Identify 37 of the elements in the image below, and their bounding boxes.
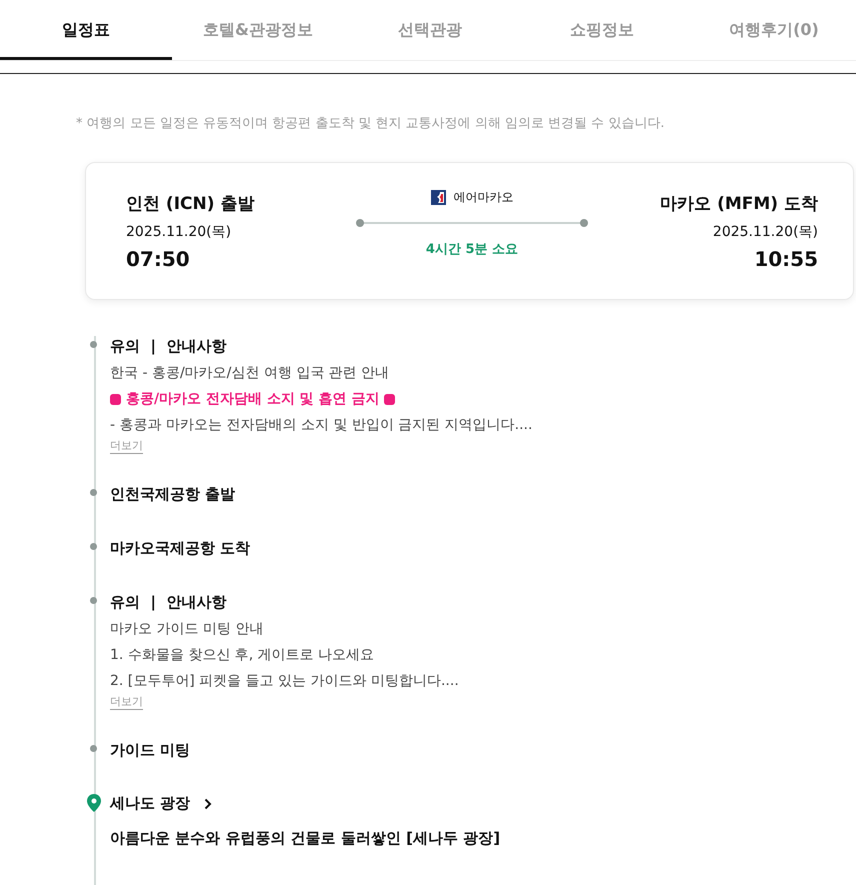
chevron-right-icon[interactable] [204, 798, 212, 810]
departure-time: 07:50 [126, 246, 190, 270]
arrival-date: 2025.11.20(목) [712, 222, 818, 240]
schedule-title: 유의 | 안내사항 [110, 593, 226, 612]
timeline-dot-icon [90, 745, 97, 752]
schedule-title: 가이드 미팅 [110, 741, 190, 760]
schedule-title: 유의 | 안내사항 [110, 337, 226, 356]
notice-line: 마카오 가이드 미팅 안내 [110, 620, 264, 638]
schedule-title: 인천국제공항 출발 [110, 485, 236, 504]
notice-line: 1. 수화물을 찾으신 후, 게이트로 나오세요 [110, 646, 376, 664]
timeline-dot-icon [90, 489, 97, 496]
timeline-dot-icon [90, 341, 97, 348]
tab[interactable]: 선택관광 [344, 0, 516, 60]
schedule-title: 마카오국제공항 도착 [110, 539, 250, 558]
timeline-dot-icon [90, 597, 97, 604]
tab[interactable]: 여행후기(0) [688, 0, 856, 60]
timeline-dot-icon [90, 543, 97, 550]
place-title[interactable]: 세나도 광장 [110, 794, 190, 813]
notice-text: * 여행의 모든 일정은 유동적이며 항공편 출도착 및 현지 교통사정에 의해 임의로 변경될 수 있습니다. [76, 115, 666, 132]
departure-date: 2025.11.20(목) [126, 222, 232, 240]
arrival-place: 마카오 (MFM) 도착 [660, 192, 818, 214]
airline-name: 에어마카오 [454, 188, 514, 206]
notice-line: - 홍콩과 마카오는 전자담배의 소지 및 반입이 금지된 지역입니다.... [110, 416, 534, 434]
tab[interactable]: 호텔&관광정보 [172, 0, 344, 60]
flight-duration: 4시간 5분 소요 [426, 240, 518, 258]
airline-logo-icon [430, 190, 446, 204]
notice-line: 2. [모두투어] 피켓을 들고 있는 가이드와 미팅합니다.... [110, 672, 460, 690]
place-description: 아름다운 분수와 유럽풍의 건물로 둘러쌓인 [세나두 광장] [110, 829, 502, 848]
notice-line: 한국 - 홍콩/마카오/심천 여행 입국 관련 안내 [110, 364, 390, 382]
more-link[interactable]: 더보기 [110, 694, 143, 710]
map-pin-icon [87, 794, 101, 812]
more-link[interactable]: 더보기 [110, 438, 143, 454]
arrival-time: 10:55 [754, 246, 818, 270]
tab[interactable]: 일정표 [0, 0, 172, 60]
warning-text: 홍콩/마카오 전자담배 소지 및 흡연 금지 [110, 390, 856, 408]
tab[interactable]: 쇼핑정보 [516, 0, 688, 60]
departure-place: 인천 (ICN) 출발 [126, 192, 254, 214]
